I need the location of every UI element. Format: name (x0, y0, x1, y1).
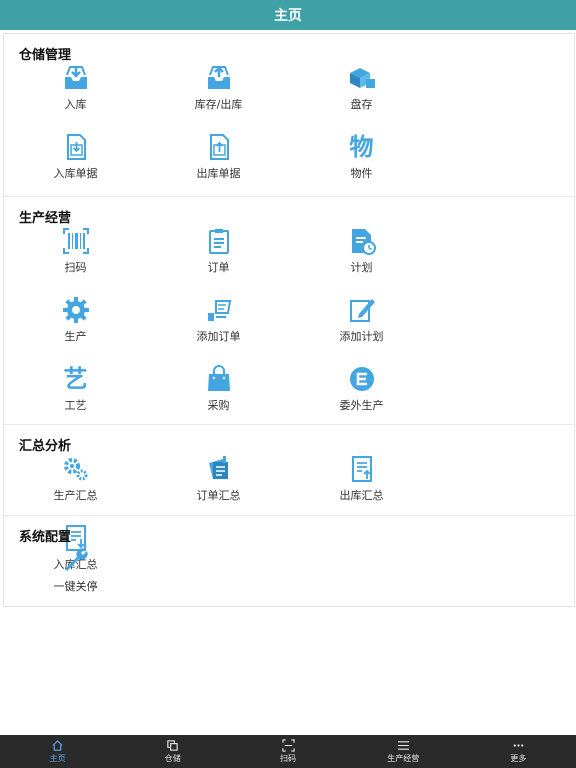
boxes-icon (345, 61, 379, 95)
scan-icon (281, 739, 295, 752)
menu-item-outsourcing[interactable]: 委外生产 (290, 362, 433, 431)
menu-item-scan[interactable]: 扫码 (4, 224, 147, 293)
tab-label: 主页 (49, 754, 66, 763)
clipboard-icon (202, 224, 236, 258)
page-title: 主页 (274, 8, 302, 24)
menu-item-label: 计划 (350, 261, 373, 274)
inbox-out-icon (202, 61, 236, 95)
section-title: 生产经营 (19, 211, 72, 226)
menu-item-plan[interactable]: 计划 (290, 224, 433, 293)
edit-plan-icon (345, 293, 379, 327)
menu-item-add-order[interactable]: 添加订单 (147, 293, 290, 362)
menu-item-label: 入库单据 (53, 167, 98, 180)
menu-item-label: 添加订单 (196, 330, 241, 343)
menu-item-inventory[interactable]: 盘存 (290, 61, 433, 130)
tab-scan[interactable]: 扫码 (230, 735, 345, 768)
tab-home[interactable]: 主页 (0, 735, 115, 768)
menu-item-production[interactable]: 生产 (4, 293, 147, 362)
menu-item-label: 订单 (207, 261, 230, 274)
orders-stack-icon (202, 452, 236, 486)
section-title: 仓储管理 (19, 48, 72, 63)
yi-character-icon: 艺 (63, 365, 88, 393)
menu-item-outbound-summary[interactable]: 出库汇总 (290, 452, 433, 521)
menu-item-order-summary[interactable]: 订单汇总 (147, 452, 290, 521)
menu-item-label: 扫码 (64, 261, 87, 274)
menu-item-outbound-doc[interactable]: 出库单据 (147, 130, 290, 199)
home-content: 仓储管理 入库 库存/出库 盘存 入库单据 出库单据 物 物件 生产经营 扫码 … (3, 33, 575, 607)
menu-item-orders[interactable]: 订单 (147, 224, 290, 293)
menu-item-label: 出库汇总 (339, 489, 384, 502)
menu-item-label: 委外生产 (339, 399, 384, 412)
tab-more[interactable]: 更多 (461, 735, 576, 768)
menu-item-label: 入库 (64, 98, 87, 111)
doc-out-icon (202, 130, 236, 164)
tab-label: 生产经营 (387, 754, 420, 763)
doc-in-icon (59, 130, 93, 164)
wu-character-icon: 物 (349, 133, 374, 161)
inbox-in-icon (59, 61, 93, 95)
report-out-icon (345, 452, 379, 486)
tab-label: 仓储 (164, 754, 181, 763)
section-warehouse: 仓储管理 入库 库存/出库 盘存 入库单据 出库单据 物 物件 (4, 34, 574, 197)
warehouse-icon (166, 739, 180, 752)
section-summary: 汇总分析 生产汇总 订单汇总 出库汇总 入库汇总 (4, 425, 574, 571)
menu-item-label: 一键关停 (53, 580, 98, 593)
menu-item-process[interactable]: 艺 工艺 (4, 362, 147, 431)
tab-label: 扫码 (280, 754, 296, 763)
add-order-icon (202, 293, 236, 327)
gears-icon (59, 452, 93, 486)
tab-label: 更多 (510, 754, 527, 763)
section-production: 生产经营 扫码 订单 计划 生产 添加订单 添加计划 艺 工艺 采购 委外生产 (4, 197, 574, 425)
menu-item-label: 添加计划 (339, 330, 384, 343)
tab-warehouse[interactable]: 仓储 (115, 735, 230, 768)
home-icon (51, 739, 65, 752)
menu-item-label: 生产 (64, 330, 87, 343)
menu-item-label: 出库单据 (196, 167, 241, 180)
menu-item-label: 工艺 (64, 399, 87, 412)
menu-item-production-summary[interactable]: 生产汇总 (4, 452, 147, 521)
menu-item-items[interactable]: 物 物件 (290, 130, 433, 199)
doc-clock-icon (345, 224, 379, 258)
e-circle-icon (345, 362, 379, 396)
menu-item-inbound-doc[interactable]: 入库单据 (4, 130, 147, 199)
more-icon (511, 739, 525, 752)
tab-bar: 主页 仓储 扫码 生产经营 更多 (0, 735, 576, 768)
menu-item-stock-outbound[interactable]: 库存/出库 (147, 61, 290, 130)
menu-item-label: 盘存 (350, 98, 373, 111)
barcode-scan-icon (59, 224, 93, 258)
shopping-bag-icon (202, 362, 236, 396)
menu-item-label: 物件 (350, 167, 373, 180)
nav-bar: 主页 (0, 0, 576, 30)
menu-item-label: 库存/出库 (194, 98, 243, 111)
menu-item-inbound[interactable]: 入库 (4, 61, 147, 130)
menu-item-purchase[interactable]: 采购 (147, 362, 290, 431)
menu-item-label: 订单汇总 (196, 489, 241, 502)
menu-icon (396, 739, 410, 752)
menu-item-label: 采购 (207, 399, 230, 412)
menu-item-add-plan[interactable]: 添加计划 (290, 293, 433, 362)
gear-icon (59, 293, 93, 327)
tab-production[interactable]: 生产经营 (346, 735, 461, 768)
menu-item-shutdown[interactable]: 一键关停 (4, 543, 147, 606)
wrench-icon (59, 543, 93, 577)
menu-item-label: 生产汇总 (53, 489, 98, 502)
